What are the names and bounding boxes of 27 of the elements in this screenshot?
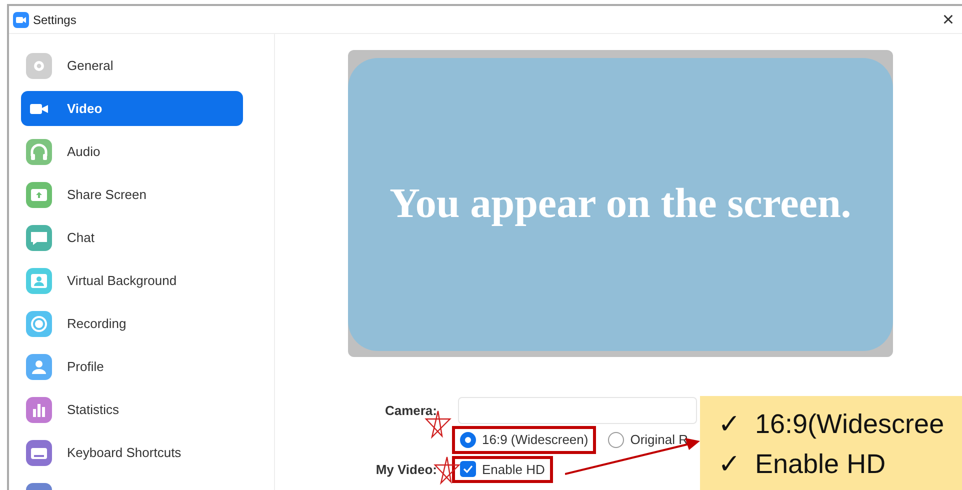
sidebar-item[interactable]: Keyboard Shortcuts <box>21 435 243 470</box>
callout-text: Enable HD <box>755 448 886 481</box>
radio-label: Original R <box>630 431 688 449</box>
preview-message: You appear on the screen. <box>390 180 852 229</box>
radio-button[interactable] <box>608 432 624 448</box>
sidebar-item[interactable]: Statistics <box>21 392 243 427</box>
close-button[interactable]: × <box>938 10 958 30</box>
radio-label: 16:9 (Widescreen) <box>482 431 588 449</box>
window-title: Settings <box>33 12 76 28</box>
callout-text: 16:9(Widescree <box>755 408 944 441</box>
sidebar-item[interactable]: Audio <box>21 134 243 169</box>
sidebar-item[interactable]: Profile <box>21 349 243 384</box>
my-video-label: My Video: <box>374 460 437 479</box>
sidebar-item[interactable]: Virtual Background <box>21 263 243 298</box>
check-mark: ✓ <box>718 408 741 441</box>
camera-label: Camera: <box>384 402 437 420</box>
checkbox[interactable] <box>460 461 476 478</box>
radio-button[interactable] <box>460 432 476 448</box>
sidebar-item[interactable]: Video <box>21 91 243 126</box>
check-icon <box>463 465 473 474</box>
app-logo-icon <box>13 12 29 28</box>
sidebar-item[interactable]: General <box>21 48 243 83</box>
check-mark: ✓ <box>718 448 741 481</box>
checkbox-label: Enable HD <box>482 460 545 478</box>
sidebar-item[interactable]: Share Screen <box>21 177 243 212</box>
sidebar-item[interactable]: Chat <box>21 220 243 255</box>
sidebar-item[interactable]: Recording <box>21 306 243 341</box>
